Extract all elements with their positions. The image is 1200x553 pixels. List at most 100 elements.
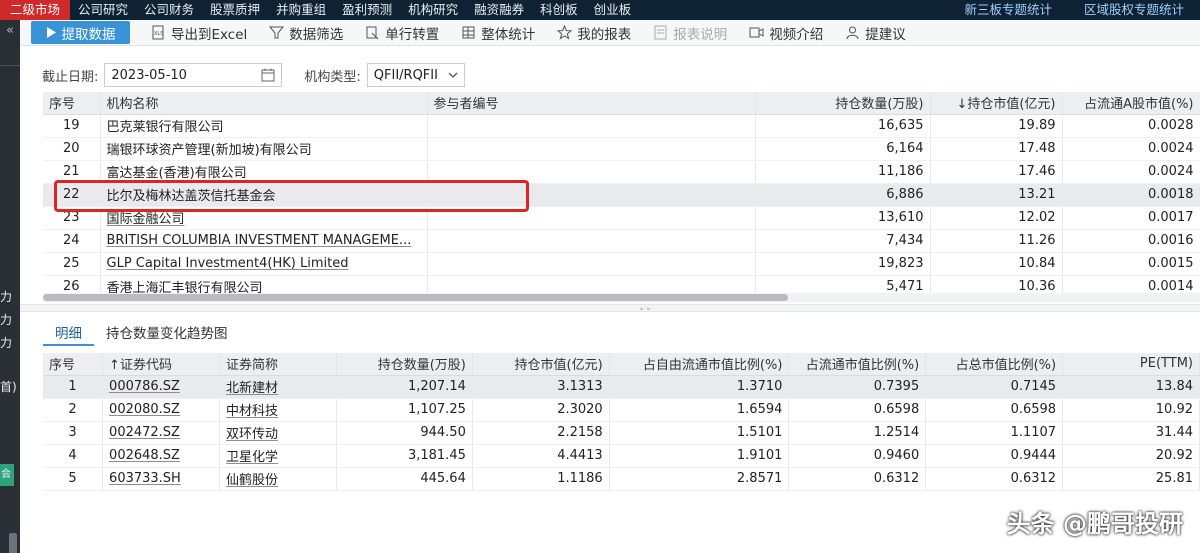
- nav-item[interactable]: 二级市场: [0, 0, 71, 20]
- nav-special-topic[interactable]: 区域股权专题统计: [1068, 0, 1200, 20]
- nav-item[interactable]: 公司研究: [70, 0, 136, 20]
- column-header[interactable]: 占总市值比例(%): [925, 353, 1064, 376]
- calendar-icon[interactable]: [261, 68, 275, 82]
- security-code-cell[interactable]: 000786.SZ: [102, 375, 221, 399]
- institution-name[interactable]: 国际金融公司: [107, 212, 185, 227]
- date-picker[interactable]: 2023-05-10: [104, 63, 283, 87]
- institution-name[interactable]: 巴克莱银行有限公司: [107, 120, 224, 135]
- security-code-link[interactable]: 000786.SZ: [109, 379, 180, 394]
- total-cap-percent: 0.6598: [925, 398, 1064, 422]
- security-code-cell[interactable]: 002472.SZ: [102, 421, 221, 445]
- splitter-grip-icon[interactable]: ⌄⌄: [635, 304, 655, 312]
- nav-item[interactable]: 并购重组: [268, 0, 334, 20]
- sidebar-glyph[interactable]: 力: [0, 290, 20, 304]
- column-header[interactable]: ↑证券代码: [102, 353, 221, 376]
- toolbar-button-excel[interactable]: XLS 导出到Excel: [140, 23, 258, 43]
- security-code-cell[interactable]: 603733.SH: [102, 467, 221, 491]
- security-code-link[interactable]: 603733.SH: [109, 471, 181, 486]
- table-row[interactable]: 20 瑞银环球资产管理(新加坡)有限公司 6,164 17.48 0.0024: [43, 137, 1200, 161]
- float-share-percent: 0.0028: [1062, 114, 1200, 138]
- column-header[interactable]: 参与者编号: [427, 92, 756, 115]
- column-header[interactable]: ↓持仓市值(亿元): [930, 92, 1063, 115]
- nav-special-topic[interactable]: 新三板专题统计: [948, 0, 1068, 20]
- security-code-cell[interactable]: 002080.SZ: [102, 398, 221, 422]
- security-name-cell[interactable]: 中材科技: [219, 398, 338, 422]
- toolbar-button-video[interactable]: 视频介绍: [738, 23, 834, 43]
- nav-item[interactable]: 融资融券: [466, 0, 532, 20]
- nav-item[interactable]: 股票质押: [202, 0, 268, 20]
- column-header[interactable]: 持仓市值(亿元): [472, 353, 610, 376]
- column-header[interactable]: 占自由流通市值比例(%): [609, 353, 790, 376]
- column-header[interactable]: 序号: [43, 92, 101, 115]
- security-code-link[interactable]: 002080.SZ: [109, 402, 180, 417]
- extract-data-button[interactable]: 提取数据: [31, 21, 130, 44]
- security-name-cell[interactable]: 北新建材: [219, 375, 338, 399]
- column-header[interactable]: 机构名称: [100, 92, 428, 115]
- security-code-link[interactable]: 002648.SZ: [109, 448, 180, 463]
- nav-item[interactable]: 公司财务: [136, 0, 202, 20]
- security-code-cell[interactable]: 002648.SZ: [102, 444, 221, 468]
- security-name-link[interactable]: 北新建材: [226, 381, 278, 396]
- nav-item[interactable]: 盈利预测: [334, 0, 400, 20]
- sidebar-glyph[interactable]: 力: [0, 336, 20, 350]
- nav-item[interactable]: 科创板: [532, 0, 586, 20]
- toolbar-button-transpose[interactable]: 单行转置: [354, 23, 450, 43]
- institution-name[interactable]: BRITISH COLUMBIA INVESTMENT MANAGEME...: [107, 233, 412, 248]
- pane-splitter[interactable]: [20, 304, 1200, 312]
- table-header-row: 序号机构名称参与者编号持仓数量(万股)↓持仓市值(亿元)占流通A股市值(%)占总: [43, 92, 1200, 115]
- sidebar-scrollbar[interactable]: [9, 533, 17, 553]
- security-name-link[interactable]: 仙鹤股份: [226, 473, 278, 488]
- toolbar-button-user[interactable]: 提建议: [834, 23, 917, 43]
- table-row[interactable]: 3 002472.SZ 双环传动 944.50 2.2158 1.5101 1.2514 1.…: [43, 421, 1200, 445]
- pe-ttm: 10.92: [1062, 398, 1200, 422]
- security-name-cell[interactable]: 卫星化学: [219, 444, 338, 468]
- security-name-link[interactable]: 双环传动: [226, 427, 278, 442]
- institution-name-cell[interactable]: BRITISH COLUMBIA INVESTMENT MANAGEME...: [100, 229, 428, 253]
- table-row[interactable]: 5 603733.SH 仙鹤股份 445.64 1.1186 2.8571 0.6312 0.…: [43, 467, 1200, 491]
- column-header[interactable]: 占流通A股市值(%): [1062, 92, 1200, 115]
- institution-name[interactable]: 瑞银环球资产管理(新加坡)有限公司: [107, 143, 312, 158]
- institution-name-cell[interactable]: GLP Capital Investment4(HK) Limited: [100, 252, 428, 276]
- column-header[interactable]: 序号: [43, 353, 104, 376]
- nav-item[interactable]: 创业板: [586, 0, 640, 20]
- row-number: 25: [43, 252, 101, 276]
- column-header[interactable]: 证券简称: [219, 353, 338, 376]
- column-header[interactable]: PE(TTM): [1062, 353, 1200, 376]
- column-header[interactable]: 持仓数量(万股): [336, 353, 473, 376]
- table-row[interactable]: 19 巴克莱银行有限公司 16,635 19.89 0.0028: [43, 114, 1200, 138]
- sidebar-glyph[interactable]: 力: [0, 313, 20, 327]
- nav-item[interactable]: 机构研究: [400, 0, 466, 20]
- video-icon: [749, 25, 764, 40]
- float-share-percent: 0.0017: [1062, 206, 1200, 230]
- institution-name[interactable]: 富达基金(香港)有限公司: [107, 166, 247, 181]
- institution-name-cell[interactable]: 巴克莱银行有限公司: [100, 114, 428, 138]
- table-row[interactable]: 4 002648.SZ 卫星化学 3,181.45 4.4413 1.9101 0.9460…: [43, 444, 1200, 468]
- security-name-link[interactable]: 卫星化学: [226, 450, 278, 465]
- toolbar-button-label: 报表说明: [673, 26, 728, 43]
- table-row[interactable]: 25 GLP Capital Investment4(HK) Limited 19,…: [43, 252, 1200, 276]
- tab-detail[interactable]: 明细: [43, 318, 94, 346]
- holding-market-value: 2.3020: [472, 398, 610, 422]
- horizontal-scrollbar[interactable]: [43, 294, 788, 301]
- free-float-percent: 1.9101: [609, 444, 790, 468]
- toolbar-button-filter[interactable]: 数据筛选: [258, 23, 354, 43]
- sidebar-badge[interactable]: 会: [0, 464, 14, 486]
- toolbar-button-star[interactable]: 我的报表: [546, 23, 642, 43]
- sidebar-glyph[interactable]: 首): [0, 380, 20, 394]
- tab-trend-chart[interactable]: 持仓数量变化趋势图: [94, 318, 240, 346]
- table-row[interactable]: 1 000786.SZ 北新建材 1,207.14 3.1313 1.3710 0.7395…: [43, 375, 1200, 399]
- security-name-cell[interactable]: 双环传动: [219, 421, 338, 445]
- pe-ttm: 25.81: [1062, 467, 1200, 491]
- institution-name-cell[interactable]: 瑞银环球资产管理(新加坡)有限公司: [100, 137, 428, 161]
- column-header[interactable]: 持仓数量(万股): [755, 92, 931, 115]
- security-name-link[interactable]: 中材科技: [226, 404, 278, 419]
- collapse-sidebar-icon[interactable]: «: [0, 23, 20, 38]
- table-row[interactable]: 24 BRITISH COLUMBIA INVESTMENT MANAGEME..…: [43, 229, 1200, 253]
- institution-type-select[interactable]: QFII/RQFII: [366, 63, 465, 87]
- toolbar-button-stats[interactable]: 整体统计: [450, 23, 546, 43]
- security-name-cell[interactable]: 仙鹤股份: [219, 467, 338, 491]
- institution-name[interactable]: GLP Capital Investment4(HK) Limited: [107, 256, 349, 271]
- security-code-link[interactable]: 002472.SZ: [109, 425, 180, 440]
- table-row[interactable]: 2 002080.SZ 中材科技 1,107.25 2.3020 1.6594 0.6598…: [43, 398, 1200, 422]
- column-header[interactable]: 占流通市值比例(%): [788, 353, 927, 376]
